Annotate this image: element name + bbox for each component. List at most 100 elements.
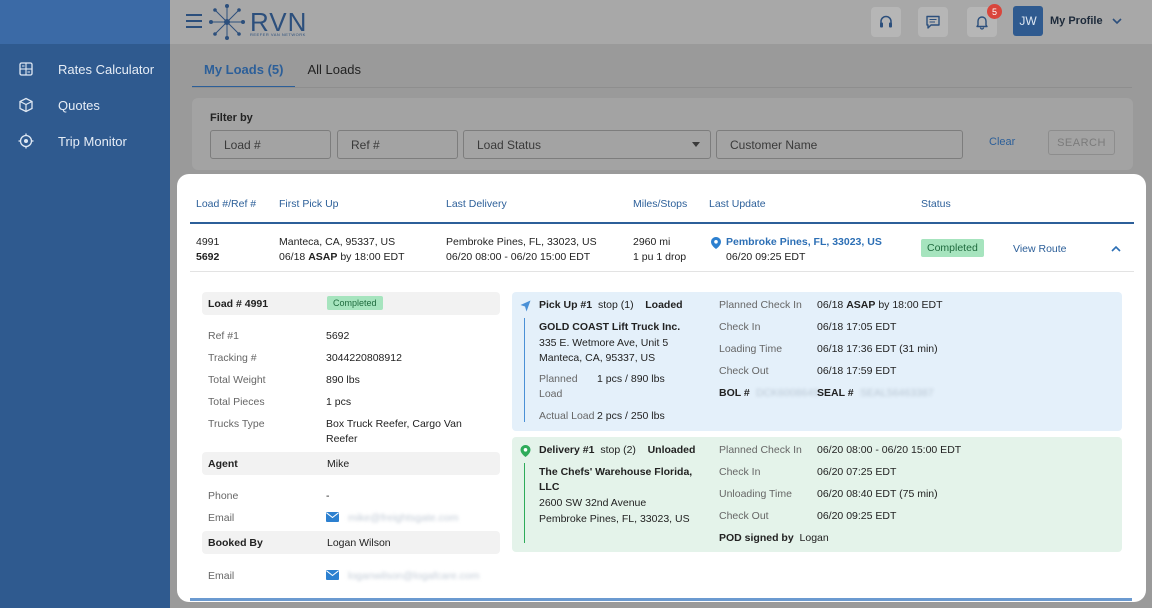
chevron-down-icon[interactable]	[1111, 15, 1123, 27]
booked-by-value: Logan Wilson	[327, 537, 391, 549]
pickup-city: Manteca, CA, 95337, US	[279, 236, 396, 248]
sidebar-item-label: Quotes	[58, 97, 100, 113]
pickup-address-line2: Manteca, CA, 95337, US	[539, 352, 656, 364]
pickup-schedule: 06/18 ASAP by 18:00 EDT	[279, 251, 405, 263]
load-number-input[interactable]	[210, 130, 331, 159]
mail-icon[interactable]	[326, 570, 339, 580]
delivery-window: 06/20 08:00 - 06/20 15:00 EDT	[446, 251, 591, 263]
pickup-planned-checkin-label: Planned Check In	[719, 299, 802, 311]
table-row[interactable]: 4991 5692 Manteca, CA, 95337, US 06/18 A…	[190, 226, 1134, 272]
bol-label: BOL #	[719, 387, 750, 399]
cube-icon	[18, 97, 34, 113]
column-header-first-pickup[interactable]: First Pick Up	[279, 198, 339, 210]
delivery-timeline-line	[524, 463, 525, 543]
ref-number-input[interactable]	[337, 130, 458, 159]
column-header-last-delivery[interactable]: Last Delivery	[446, 198, 507, 210]
load-status-placeholder: Load Status	[477, 138, 542, 152]
sidebar-item-rates-calculator[interactable]: Rates Calculator	[0, 51, 170, 87]
delivery-planned-checkin-value: 06/20 08:00 - 06/20 15:00 EDT	[817, 444, 962, 456]
ref-number: 5692	[196, 251, 220, 263]
caret-down-icon	[692, 142, 700, 147]
delivery-checkout-label: Check Out	[719, 510, 769, 522]
agent-value: Mike	[327, 458, 350, 470]
logo-subtitle: REEFER VAN NETWORK	[250, 32, 306, 37]
notifications-button[interactable]: 5	[967, 4, 1002, 37]
search-button[interactable]: SEARCH	[1048, 130, 1115, 155]
notification-count-badge: 5	[987, 4, 1002, 19]
top-header: RVN REEFER VAN NETWORK 5 JW My Profile	[170, 0, 1152, 44]
column-header-miles-stops[interactable]: Miles/Stops	[633, 198, 687, 210]
clear-button[interactable]: Clear	[989, 136, 1015, 148]
pickup-timeline-line	[524, 318, 525, 422]
detail-agent-email: Email mike@freightsgate.com	[208, 511, 459, 526]
loads-table-card: Load #/Ref # First Pick Up Last Delivery…	[177, 174, 1146, 602]
detail-pieces: Total Pieces 1 pcs	[208, 396, 352, 408]
filter-panel: Filter by Load Status Clear SEARCH	[192, 98, 1133, 170]
profile-menu-label[interactable]: My Profile	[1050, 15, 1103, 27]
mail-icon[interactable]	[326, 512, 339, 522]
update-time: 06/20 09:25 EDT	[726, 251, 806, 263]
pickup-stop-panel: Pick Up #1 stop (1) Loaded GOLD COAST Li…	[512, 292, 1122, 431]
sidebar: Rates Calculator Quotes Trip Monitor	[0, 0, 170, 608]
hamburger-menu-icon[interactable]	[186, 14, 202, 28]
navigation-arrow-icon	[520, 300, 531, 312]
avatar[interactable]: JW	[1013, 6, 1043, 36]
column-header-status[interactable]: Status	[921, 198, 951, 210]
sidebar-item-quotes[interactable]: Quotes	[0, 87, 170, 123]
filter-title: Filter by	[210, 112, 253, 124]
pickup-company: GOLD COAST Lift Truck Inc.	[539, 321, 681, 333]
booked-email-value[interactable]: loganwilson@logafcare.com	[348, 569, 479, 584]
load-number: 4991	[196, 236, 220, 248]
column-header-load[interactable]: Load #/Ref #	[196, 198, 256, 210]
calculator-icon	[18, 61, 34, 77]
first-pickup-cell: Manteca, CA, 95337, US 06/18 ASAP by 18:…	[279, 235, 405, 265]
load-detail-title: Load # 4991	[208, 298, 269, 310]
agent-email-value[interactable]: mike@freightsgate.com	[348, 511, 458, 526]
sidebar-item-trip-monitor[interactable]: Trip Monitor	[0, 123, 170, 159]
location-pin-icon	[520, 445, 531, 457]
detail-booked-email: Email loganwilson@logafcare.com	[208, 569, 480, 584]
messages-button[interactable]	[918, 7, 948, 37]
load-detail-status-badge: Completed	[327, 296, 383, 310]
delivery-stop-panel: Delivery #1 stop (2) Unloaded The Chefs'…	[512, 437, 1122, 552]
chevron-up-icon[interactable]	[1110, 243, 1122, 255]
booked-by-header: Booked By Logan Wilson	[202, 531, 500, 554]
delivery-title-line: Delivery #1 stop (2) Unloaded	[539, 444, 696, 456]
load-detail-header: Load # 4991 Completed	[202, 292, 500, 315]
pod-signed-line: POD signed by Logan	[719, 532, 829, 544]
unloading-time-value: 06/20 08:40 EDT (75 min)	[817, 488, 938, 500]
agent-header: Agent Mike	[202, 452, 500, 475]
seal-label: SEAL #	[817, 387, 854, 399]
headset-icon	[880, 15, 892, 28]
bell-icon	[976, 16, 988, 30]
tab-my-loads[interactable]: My Loads (5)	[192, 56, 296, 88]
delivery-checkout-value: 06/20 09:25 EDT	[817, 510, 897, 522]
detail-ref: Ref #1 5692	[208, 330, 350, 342]
status-badge: Completed	[921, 239, 984, 257]
pickup-checkin-label: Check In	[719, 321, 761, 333]
load-status-select[interactable]: Load Status	[463, 130, 711, 159]
delivery-planned-checkin-label: Planned Check In	[719, 444, 802, 456]
table-header: Load #/Ref # First Pick Up Last Delivery…	[190, 186, 1134, 224]
detail-weight: Total Weight 890 lbs	[208, 374, 360, 386]
delivery-checkin-label: Check In	[719, 466, 761, 478]
loading-time-value: 06/18 17:36 EDT (31 min)	[817, 343, 938, 355]
network-logo-icon	[209, 4, 245, 40]
tab-all-loads[interactable]: All Loads	[295, 56, 372, 88]
rvn-logo[interactable]: RVN REEFER VAN NETWORK	[208, 3, 307, 41]
customer-name-input[interactable]	[716, 130, 963, 159]
radar-icon	[18, 133, 34, 149]
chat-icon	[926, 15, 940, 29]
sidebar-item-label: Trip Monitor	[58, 133, 127, 149]
update-location-link[interactable]: Pembroke Pines, FL, 33023, US	[711, 235, 882, 250]
bol-value: DCK6008649	[756, 387, 820, 399]
column-header-last-update[interactable]: Last Update	[709, 198, 766, 210]
view-route-link[interactable]: View Route	[1013, 243, 1067, 255]
miles-value: 2960 mi	[633, 236, 671, 248]
location-pin-icon	[711, 237, 721, 249]
pickup-checkin-value: 06/18 17:05 EDT	[817, 321, 897, 333]
support-button[interactable]	[871, 7, 901, 37]
delivery-city: Pembroke Pines, FL, 33023, US	[446, 236, 597, 248]
detail-trucks: Trucks Type Box Truck Reefer, Cargo Van R…	[208, 418, 462, 445]
actual-load-label: Actual Load	[539, 410, 595, 422]
